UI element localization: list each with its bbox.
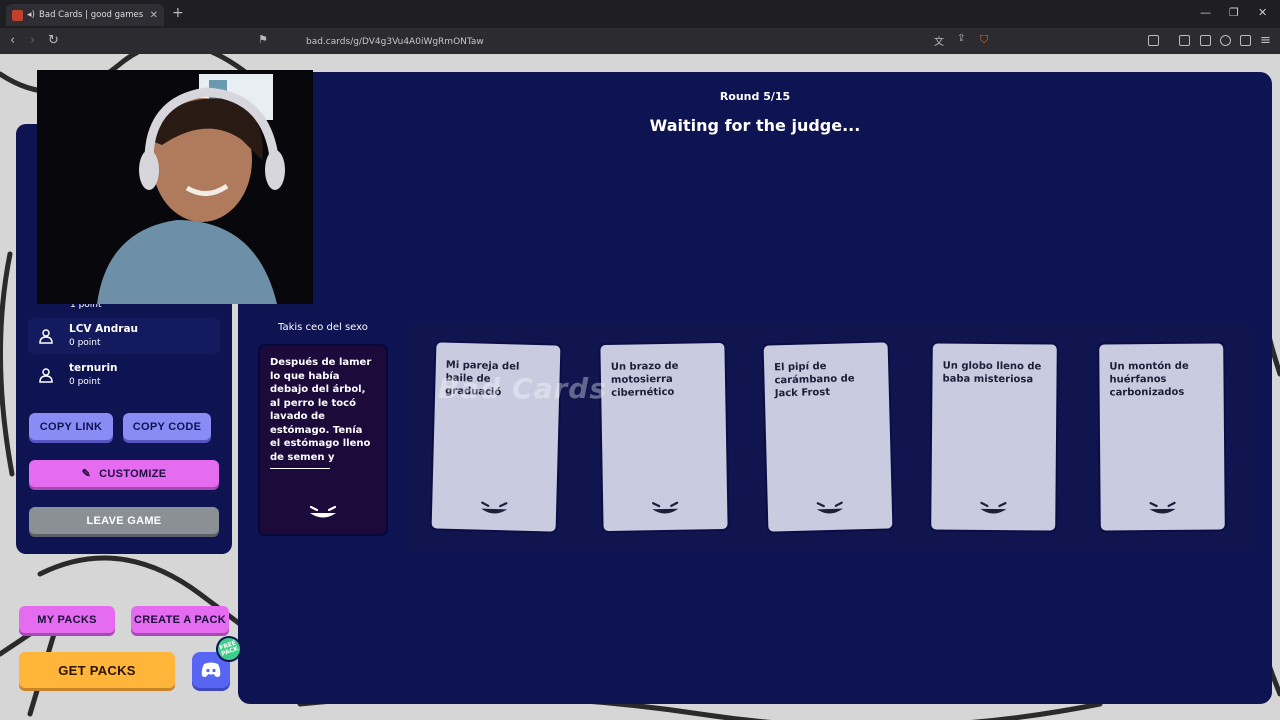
prompt-player-name: Takis ceo del sexo — [278, 322, 368, 333]
close-window-icon[interactable]: ✕ — [1258, 6, 1267, 19]
copy-link-button[interactable]: COPY LINK — [29, 413, 113, 440]
restore-icon[interactable]: ❐ — [1229, 6, 1239, 19]
discord-icon — [201, 662, 221, 677]
menu-icon[interactable]: ≡ — [1260, 33, 1271, 48]
bad-cards-face-icon — [309, 505, 337, 518]
forward-icon[interactable]: › — [30, 33, 35, 48]
webcam-video-image — [37, 70, 313, 304]
sidebar-icon[interactable] — [1179, 35, 1190, 46]
wallet-icon[interactable] — [1200, 35, 1211, 46]
answer-text: El pipí de carámbano de Jack Frost — [774, 361, 855, 400]
player-name: LCV Andrau — [69, 323, 139, 335]
url-text: bad.cards/g/DV4g3Vu4A0iWgRmONTaw — [306, 36, 484, 47]
white-answer-card[interactable]: Un montón de huérfanos carbonizados — [1097, 341, 1227, 533]
user-icon — [39, 329, 53, 344]
bookmark-icon[interactable]: ⚑ — [258, 33, 268, 46]
white-answer-card[interactable]: El pipí de carámbano de Jack Frost — [761, 340, 895, 534]
customize-button[interactable]: ✎ CUSTOMIZE — [29, 460, 219, 487]
minimize-icon[interactable]: — — [1200, 6, 1211, 19]
answer-text: Un globo lleno de baba misteriosa — [942, 360, 1042, 386]
blank-line — [270, 468, 330, 469]
player-name: ternurin — [69, 362, 118, 374]
close-tab-icon[interactable]: ✕ — [150, 10, 158, 21]
back-icon[interactable]: ‹ — [10, 33, 15, 48]
browser-tab[interactable]: ◂) Bad Cards | good games for y ✕ — [6, 4, 164, 26]
bad-cards-face-icon — [1149, 501, 1176, 514]
round-counter: Round 5/15 — [719, 90, 791, 103]
bad-cards-face-icon — [652, 501, 679, 514]
game-status-title: Waiting for the judge... — [649, 116, 861, 135]
black-card-text: Después de lamer lo que había debajo del… — [270, 357, 372, 463]
audio-playing-icon[interactable]: ◂) — [27, 10, 35, 20]
reload-icon[interactable]: ↻ — [48, 33, 59, 48]
reader-icon[interactable] — [1148, 35, 1159, 46]
white-answer-card[interactable]: Mi pareja del baile de graduació — [429, 340, 563, 534]
site-favicon-icon — [12, 9, 23, 21]
page-content: Round 5/15 Waiting for the judge... Taki… — [0, 54, 1280, 720]
new-tab-icon[interactable]: + — [172, 5, 184, 21]
bad-cards-face-icon — [980, 501, 1007, 514]
create-pack-button[interactable]: CREATE A PACK — [131, 606, 229, 633]
bad-cards-face-icon — [816, 501, 843, 514]
translate-icon[interactable]: 文 — [934, 33, 944, 48]
brush-icon: ✎ — [81, 468, 92, 480]
webcam-overlay — [37, 70, 313, 304]
brave-shield-icon[interactable]: ⛉ — [980, 33, 988, 47]
player-row: ternurin 0 point — [28, 357, 220, 393]
answer-cards-area: Mi pareja del baile de graduació Un braz… — [408, 326, 1254, 552]
player-row: LCV Andrau 0 point — [28, 318, 220, 354]
my-packs-button[interactable]: MY PACKS — [19, 606, 115, 633]
leave-game-button[interactable]: LEAVE GAME — [29, 507, 219, 534]
white-answer-card[interactable]: Un brazo de motosierra cibernético — [598, 340, 730, 534]
answer-text: Un montón de huérfanos carbonizados — [1109, 360, 1189, 399]
white-answer-card[interactable]: Un globo lleno de baba misteriosa — [929, 341, 1059, 533]
bad-cards-face-icon — [481, 501, 508, 514]
browser-tab-bar: ◂) Bad Cards | good games for y ✕ + — ❐ … — [0, 0, 1280, 28]
player-points: 0 point — [69, 338, 101, 348]
get-packs-button[interactable]: GET PACKS — [19, 652, 175, 688]
copy-code-button[interactable]: COPY CODE — [123, 413, 211, 440]
address-bar[interactable]: bad.cards/g/DV4g3Vu4A0iWgRmONTaw — [280, 32, 1000, 51]
tab-title: Bad Cards | good games for y — [39, 10, 146, 20]
user-icon — [39, 368, 53, 383]
customize-label: CUSTOMIZE — [99, 467, 167, 480]
answer-text: Un brazo de motosierra cibernético — [610, 360, 679, 399]
browser-toolbar: ‹ › ↻ ⚑ bad.cards/g/DV4g3Vu4A0iWgRmONTaw… — [0, 28, 1280, 54]
bad-cards-watermark: Bad Cards — [438, 372, 607, 405]
vpn-icon[interactable] — [1240, 35, 1251, 46]
share-icon[interactable]: ⇪ — [957, 33, 965, 44]
game-board: Round 5/15 Waiting for the judge... Taki… — [238, 72, 1272, 704]
black-prompt-card: Después de lamer lo que había debajo del… — [258, 344, 388, 536]
player-points: 0 point — [69, 377, 101, 387]
leo-icon[interactable] — [1220, 35, 1231, 46]
